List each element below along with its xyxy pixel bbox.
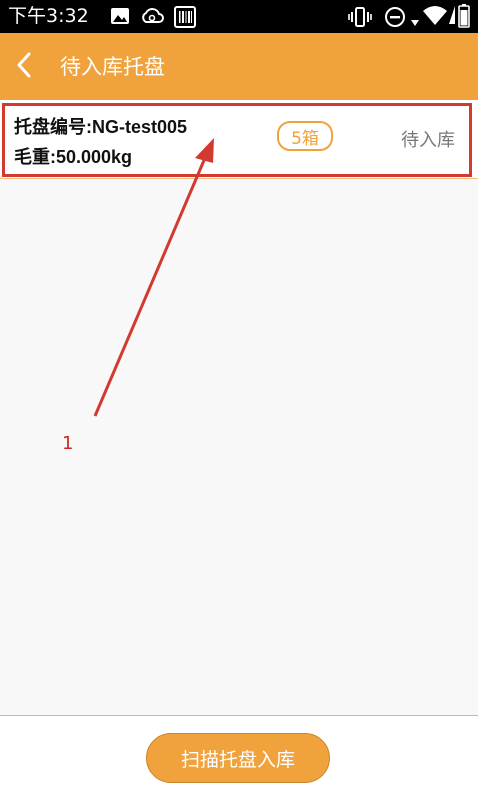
cloud-sync-icon: [140, 6, 164, 30]
page-title: 待入库托盘: [60, 55, 165, 79]
barcode-icon: [174, 6, 196, 32]
do-not-disturb-icon: [384, 6, 406, 32]
scan-pallet-inbound-button[interactable]: 扫描托盘入库: [146, 733, 330, 783]
annotation-label: 1: [62, 433, 74, 454]
vibrate-icon: [348, 6, 372, 32]
battery-icon: [458, 4, 470, 32]
pallet-number: 托盘编号:NG-test005: [14, 117, 188, 137]
wifi-icon: [422, 6, 448, 30]
list-item[interactable]: 托盘编号:NG-test005 毛重:50.000kg 5箱 待入库: [0, 100, 478, 179]
status-time: 下午3:32: [8, 5, 89, 27]
status-bar: 下午3:32: [0, 0, 478, 33]
box-count-badge: 5箱: [277, 121, 333, 151]
back-button[interactable]: [8, 47, 40, 87]
gross-weight: 毛重:50.000kg: [14, 147, 133, 167]
pallet-list[interactable]: 托盘编号:NG-test005 毛重:50.000kg 5箱 待入库: [0, 100, 478, 715]
image-icon: [110, 6, 130, 30]
chevron-left-icon: [14, 51, 34, 83]
footer-bar: 扫描托盘入库: [0, 715, 478, 794]
dropdown-indicator-icon: [410, 12, 420, 31]
app-bar: 待入库托盘: [0, 33, 478, 100]
signal-icon: [448, 5, 456, 29]
status-label: 待入库: [401, 130, 455, 151]
